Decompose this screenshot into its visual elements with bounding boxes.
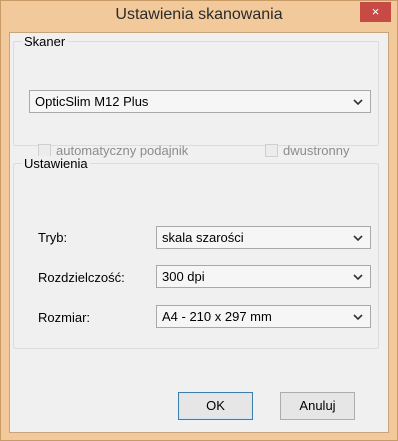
- size-select[interactable]: A4 - 210 x 297 mm: [156, 305, 371, 328]
- mode-select[interactable]: skala szarości: [156, 226, 371, 249]
- cancel-button[interactable]: Anuluj: [280, 392, 355, 420]
- close-button[interactable]: ×: [360, 2, 391, 22]
- mode-select-value: skala szarości: [162, 230, 244, 245]
- close-icon: ×: [371, 4, 380, 19]
- duplex-checkbox-box[interactable]: [265, 144, 278, 157]
- settings-group-label: Ustawienia: [22, 156, 90, 171]
- size-select-value: A4 - 210 x 297 mm: [162, 309, 272, 324]
- scanner-group-label: Skaner: [22, 34, 68, 49]
- resolution-select[interactable]: 300 dpi: [156, 265, 371, 288]
- chevron-down-icon: [352, 92, 364, 112]
- mode-label: Tryb:: [38, 230, 68, 245]
- ok-button[interactable]: OK: [178, 392, 253, 420]
- duplex-checkbox[interactable]: dwustronny: [265, 143, 349, 158]
- scanner-select-value: OpticSlim M12 Plus: [35, 94, 149, 109]
- resolution-label: Rozdzielczość:: [38, 270, 125, 285]
- scanner-select[interactable]: OpticSlim M12 Plus: [29, 90, 371, 113]
- duplex-label: dwustronny: [283, 143, 350, 158]
- title-bar[interactable]: Ustawienia skanowania ×: [1, 1, 397, 32]
- chevron-down-icon: [352, 228, 364, 248]
- chevron-down-icon: [352, 307, 364, 327]
- window-title: Ustawienia skanowania: [115, 6, 283, 23]
- dialog-window: Ustawienia skanowania × Skaner OpticSlim…: [0, 0, 398, 441]
- size-label: Rozmiar:: [38, 310, 91, 325]
- chevron-down-icon: [352, 267, 364, 287]
- resolution-select-value: 300 dpi: [162, 269, 205, 284]
